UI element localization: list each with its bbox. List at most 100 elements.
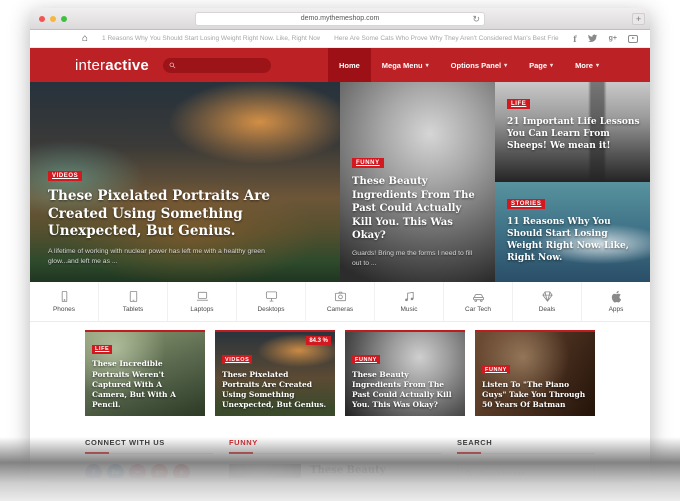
home-icon[interactable]: ⌂	[82, 33, 88, 44]
category-badge[interactable]: LIFE	[507, 99, 531, 109]
laptop-icon	[196, 290, 209, 303]
nav-item-page[interactable]: Page ▾	[518, 48, 564, 82]
post-card[interactable]: LIFE These Incredible Portraits Weren't …	[85, 330, 205, 416]
category-badge[interactable]: LIFE	[92, 344, 113, 354]
widget-article[interactable]: These Beauty Ingredients From The Past C…	[229, 464, 441, 478]
close-window-button[interactable]	[39, 16, 45, 22]
reload-icon[interactable]: ↻	[472, 13, 480, 25]
logo-text-bold: active	[105, 56, 149, 74]
category-music[interactable]: Music	[375, 282, 444, 321]
main-nav: Home Mega Menu ▾ Options Panel ▾ Page ▾ …	[327, 48, 610, 82]
featured-post-main[interactable]: VIDEOS These Pixelated Portraits Are Cre…	[30, 82, 340, 282]
browser-window: demo.mythemeshop.com ↻ + ⌂ 1 Reasons Why…	[30, 8, 650, 478]
featured-post-middle[interactable]: FUNNY These Beauty Ingredients From The …	[340, 82, 495, 282]
post-card[interactable]: 84.3 % VIDEOS These Pixelated Portraits …	[215, 330, 335, 416]
connect-widget: CONNECT WITH US f Be •• g+ p	[85, 438, 213, 478]
category-car-tech[interactable]: Car Tech	[444, 282, 513, 321]
category-phones[interactable]: Phones	[30, 282, 99, 321]
ticker-social-icons: f g+	[573, 30, 638, 48]
funny-widget: FUNNY These Beauty Ingredients From The …	[229, 438, 441, 478]
review-score-badge: 84.3 %	[306, 336, 331, 345]
new-tab-button[interactable]: +	[632, 13, 645, 25]
post-card[interactable]: FUNNY These Beauty Ingredients From The …	[345, 330, 465, 416]
category-deals[interactable]: Deals	[513, 282, 582, 321]
diamond-icon	[541, 290, 554, 303]
behance-icon[interactable]: Be	[107, 464, 124, 478]
ticker-item[interactable]: Here Are Some Cats Who Prove Why They Ar…	[334, 35, 559, 42]
site-logo[interactable]: inter active	[75, 48, 149, 82]
widget-heading: SEARCH	[457, 438, 595, 454]
post-title[interactable]: 11 Reasons Why You Should Start Losing W…	[507, 216, 640, 265]
window-controls	[39, 16, 67, 22]
search-icon	[465, 465, 473, 478]
youtube-icon[interactable]	[628, 34, 638, 43]
category-badge[interactable]: STORIES	[507, 199, 546, 209]
apple-icon	[610, 290, 623, 303]
search-input[interactable]	[478, 470, 587, 478]
post-title[interactable]: These Incredible Portraits Weren't Captu…	[92, 359, 198, 410]
post-excerpt: A lifetime of working with nuclear power…	[48, 247, 265, 265]
widget-heading: CONNECT WITH US	[85, 438, 213, 454]
post-title[interactable]: 21 Important Life Lessons You Can Learn …	[507, 116, 640, 152]
desktop-icon	[265, 290, 278, 303]
featured-posts-right-column: LIFE 21 Important Life Lessons You Can L…	[495, 82, 650, 282]
nav-item-options-panel[interactable]: Options Panel ▾	[440, 48, 518, 82]
chevron-down-icon: ▾	[425, 62, 429, 69]
search-box[interactable]	[457, 464, 595, 478]
google-plus-icon[interactable]: g+	[151, 464, 168, 478]
twitter-icon[interactable]	[587, 30, 598, 48]
category-badge[interactable]: VIDEOS	[222, 355, 253, 364]
search-widget: SEARCH	[457, 438, 595, 478]
ticker-item[interactable]: 1 Reasons Why You Should Start Losing We…	[102, 35, 320, 42]
chevron-down-icon: ▾	[504, 62, 508, 69]
post-title[interactable]: These Beauty Ingredients From The Past C…	[352, 370, 458, 411]
facebook-icon[interactable]: f	[573, 34, 576, 44]
category-cameras[interactable]: Cameras	[306, 282, 375, 321]
header-search-input[interactable]	[179, 57, 265, 73]
post-title[interactable]: These Pixelated Portraits Are Created Us…	[222, 370, 328, 411]
address-bar[interactable]: demo.mythemeshop.com ↻	[195, 12, 485, 26]
tablet-icon	[127, 290, 140, 303]
header-search[interactable]	[162, 56, 271, 74]
site-header: inter active Home Mega Menu ▾ Options Pan…	[30, 48, 650, 82]
zoom-window-button[interactable]	[61, 16, 67, 22]
category-laptops[interactable]: Laptops	[168, 282, 237, 321]
category-badge[interactable]: FUNNY	[352, 355, 380, 364]
featured-posts: VIDEOS These Pixelated Portraits Are Cre…	[30, 82, 650, 282]
minimize-window-button[interactable]	[50, 16, 56, 22]
post-excerpt: Guards! Bring me the forms I need to fil…	[352, 249, 473, 267]
category-badge[interactable]: FUNNY	[352, 158, 384, 169]
chevron-down-icon: ▾	[550, 62, 554, 69]
car-icon	[472, 290, 485, 303]
pinterest-icon[interactable]: p	[173, 464, 190, 478]
category-apps[interactable]: Apps	[582, 282, 650, 321]
category-badge[interactable]: FUNNY	[482, 365, 510, 375]
address-bar-url: demo.mythemeshop.com	[300, 15, 380, 22]
post-title[interactable]: Listen To "The Piano Guys" Take You Thro…	[482, 380, 588, 410]
article-thumbnail	[229, 464, 301, 478]
browser-titlebar: demo.mythemeshop.com ↻ +	[30, 8, 650, 30]
chevron-down-icon: ▾	[595, 62, 599, 69]
post-title[interactable]: These Beauty Ingredients From The Past C…	[352, 175, 483, 243]
nav-item-mega-menu[interactable]: Mega Menu ▾	[371, 48, 440, 82]
camera-icon	[334, 290, 347, 303]
featured-post-life[interactable]: LIFE 21 Important Life Lessons You Can L…	[495, 82, 650, 182]
nav-item-home[interactable]: Home	[327, 48, 371, 82]
facebook-icon[interactable]: f	[85, 464, 102, 478]
search-icon	[169, 56, 176, 74]
category-desktops[interactable]: Desktops	[237, 282, 306, 321]
news-ticker: ⌂ 1 Reasons Why You Should Start Losing …	[30, 30, 650, 48]
screenshot-canvas: { "browser": { "url": "demo.mythemeshop.…	[0, 0, 680, 501]
post-card-row: LIFE These Incredible Portraits Weren't …	[30, 322, 650, 426]
category-badge[interactable]: VIDEOS	[48, 170, 83, 181]
category-tablets[interactable]: Tablets	[99, 282, 168, 321]
flickr-icon[interactable]: ••	[129, 464, 146, 478]
social-buttons: f Be •• g+ p	[85, 464, 213, 478]
nav-item-more[interactable]: More ▾	[564, 48, 610, 82]
post-title[interactable]: These Beauty Ingredients From The Past C…	[310, 464, 441, 478]
google-plus-icon[interactable]: g+	[609, 35, 617, 42]
featured-post-stories[interactable]: STORIES 11 Reasons Why You Should Start …	[495, 182, 650, 282]
post-title[interactable]: These Pixelated Portraits Are Created Us…	[48, 188, 313, 241]
post-card[interactable]: FUNNY Listen To "The Piano Guys" Take Yo…	[475, 330, 595, 416]
smartphone-icon	[58, 290, 71, 303]
